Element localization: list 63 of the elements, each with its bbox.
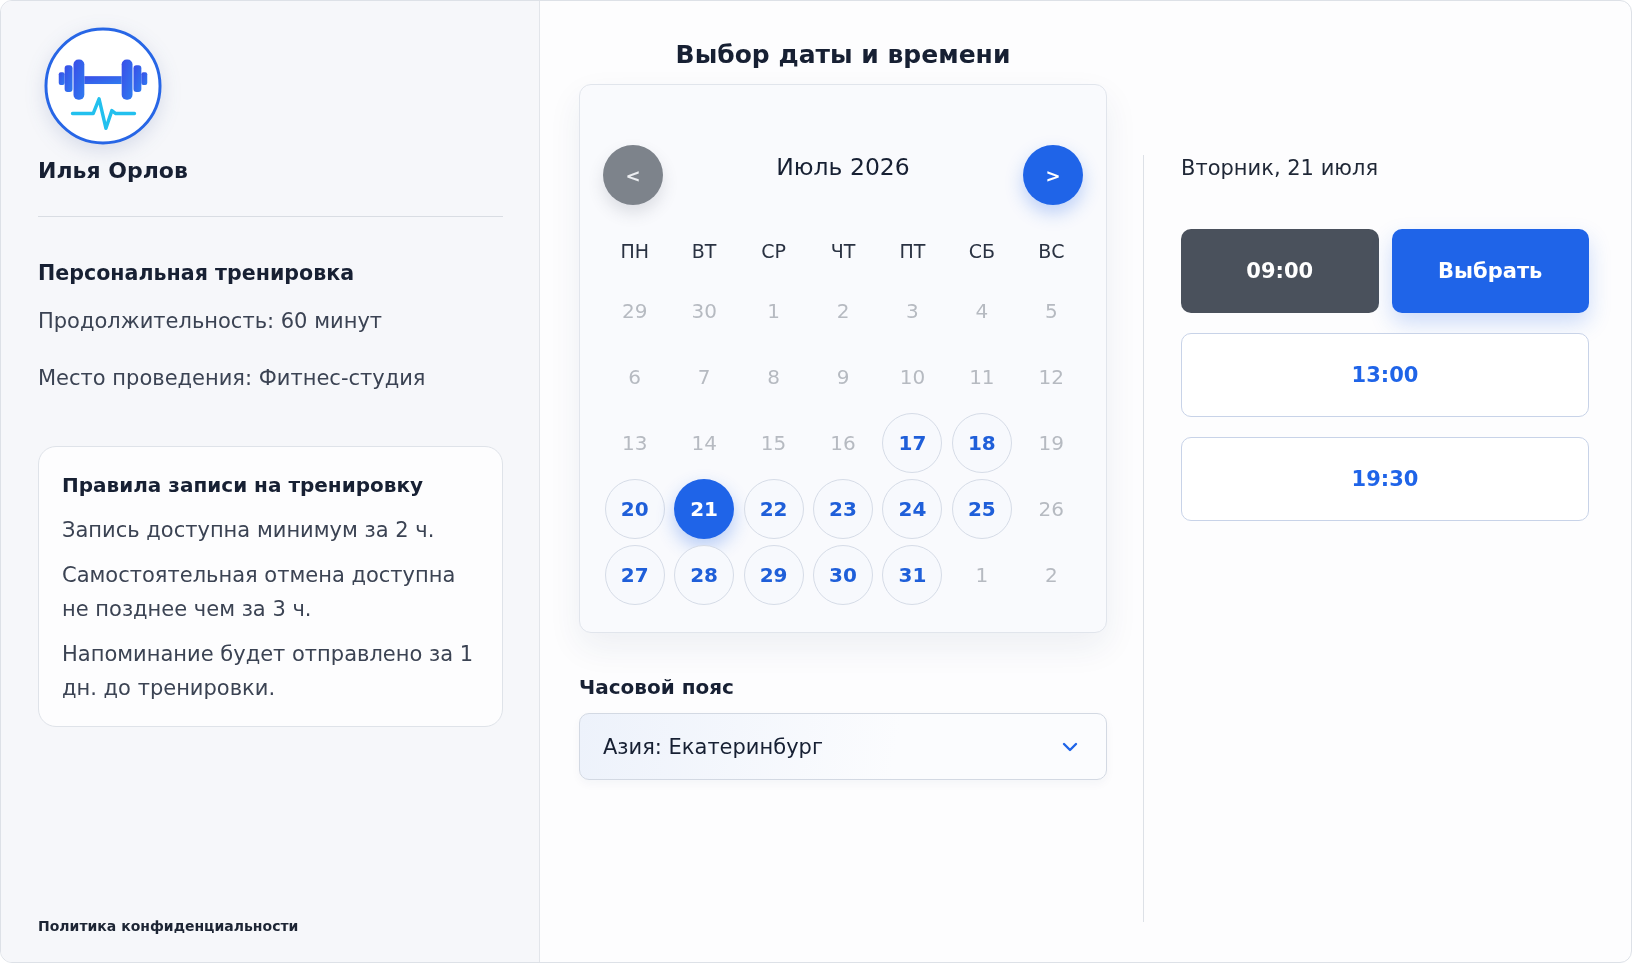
calendar-day[interactable]: 28 xyxy=(674,545,735,605)
calendar-day[interactable]: 31 xyxy=(882,545,943,605)
dumbbell-logo-icon xyxy=(44,27,162,145)
trainer-name: Илья Орлов xyxy=(38,157,188,185)
confirm-button[interactable]: Выбрать xyxy=(1391,229,1589,313)
unavailable-day: 11 xyxy=(969,365,995,389)
unavailable-day: 9 xyxy=(836,365,850,389)
calendar-day[interactable]: 23 xyxy=(813,479,873,539)
unavailable-day: 1 xyxy=(767,299,780,323)
time-slot-button[interactable]: 13:00 xyxy=(1181,333,1589,417)
unavailable-day: 4 xyxy=(975,299,989,323)
unavailable-day: 2 xyxy=(836,299,850,323)
weekday-label: ПН xyxy=(620,239,649,263)
privacy-policy-link[interactable]: Политика конфиденциальности xyxy=(38,917,299,935)
unavailable-day: 1 xyxy=(975,563,989,587)
chevron-down-icon xyxy=(1062,741,1078,752)
unavailable-day: 7 xyxy=(697,365,711,389)
calendar-day[interactable]: 20 xyxy=(604,479,665,539)
calendar-day[interactable]: 18 xyxy=(951,413,1012,473)
page-title: Выбор даты и времени xyxy=(675,39,1011,71)
unavailable-day: 8 xyxy=(767,365,780,389)
time-slot-button[interactable]: 19:30 xyxy=(1181,437,1589,521)
calendar-day[interactable]: 21 xyxy=(674,479,735,539)
rule-text: Самостоятельная отмена доступна не позднее чем за 3 ч. xyxy=(62,562,457,623)
unavailable-day: 16 xyxy=(830,431,856,455)
calendar-day[interactable]: 29 xyxy=(743,545,804,605)
weekday-label: ЧТ xyxy=(830,239,856,263)
service-title: Персональная тренировка xyxy=(38,260,355,286)
weekday-label: СБ xyxy=(968,239,995,263)
calendar-day[interactable]: 24 xyxy=(882,479,943,539)
unavailable-day: 2 xyxy=(1044,563,1058,587)
service-detail: Продолжительность: 60 минут xyxy=(38,308,383,334)
calendar-day[interactable]: 22 xyxy=(743,479,804,539)
unavailable-day: 14 xyxy=(691,431,717,455)
unavailable-day: 19 xyxy=(1038,431,1064,455)
rules-title: Правила записи на тренировку xyxy=(62,472,423,498)
calendar-day[interactable]: 27 xyxy=(604,545,665,605)
unavailable-day: 15 xyxy=(760,431,787,455)
timezone-select[interactable]: Азия: Екатеринбург xyxy=(579,713,1107,780)
weekday-label: СР xyxy=(761,239,786,263)
calendar-day[interactable]: 25 xyxy=(951,479,1012,539)
date-heading: Вторник, 21 июля xyxy=(1181,155,1378,181)
service-detail: Место проведения: Фитнес-студия xyxy=(38,365,426,391)
unavailable-day: 12 xyxy=(1038,365,1064,389)
unavailable-day: 6 xyxy=(628,365,642,389)
unavailable-day: 3 xyxy=(906,299,919,323)
calendar-day[interactable]: 30 xyxy=(813,545,873,605)
rule-text: Запись доступна минимум за 2 ч. xyxy=(62,517,436,544)
unavailable-day: 5 xyxy=(1044,299,1058,323)
unavailable-day: 30 xyxy=(691,299,717,323)
month-label: Июль 2026 xyxy=(776,153,910,181)
weekday-label: ПТ xyxy=(899,239,926,263)
time-slot-button[interactable]: 09:00 xyxy=(1181,229,1379,313)
unavailable-day: 13 xyxy=(622,431,648,455)
next-month-button[interactable]: > xyxy=(1023,145,1083,205)
weekday-label: ВС xyxy=(1038,239,1065,263)
timezone-label: Часовой пояс xyxy=(579,674,734,700)
unavailable-day: 10 xyxy=(899,365,926,389)
weekday-label: ВТ xyxy=(691,239,717,263)
rule-text: Напоминание будет отправлено за 1 дн. до тренировки. xyxy=(62,641,475,702)
calendar-day[interactable]: 17 xyxy=(882,413,943,473)
unavailable-day: 26 xyxy=(1038,497,1064,521)
unavailable-day: 29 xyxy=(622,299,648,323)
